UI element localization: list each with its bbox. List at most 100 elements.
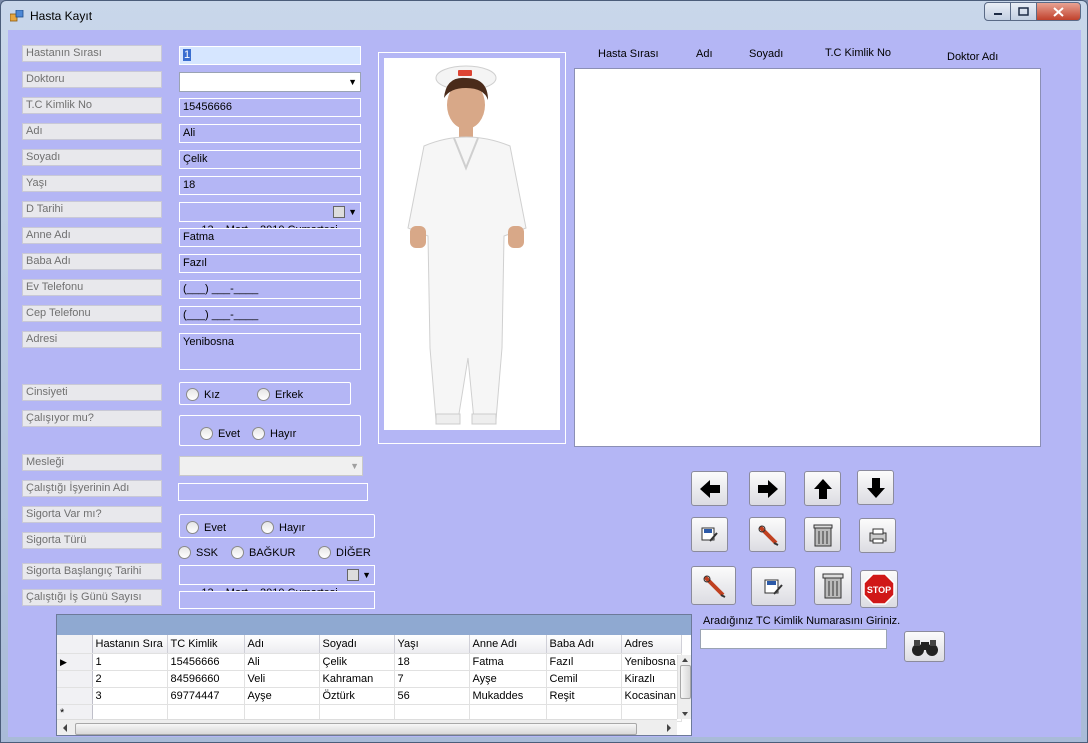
grid-cell[interactable]: Öztürk	[319, 687, 395, 705]
close-button[interactable]	[1036, 2, 1081, 21]
scroll-left-icon[interactable]	[59, 720, 71, 736]
patient-datagrid[interactable]: Hastanın Sıra TC Kimlik Adı Soyadı Yaşı …	[56, 614, 692, 736]
grid-cell[interactable]: Veli	[244, 670, 320, 688]
column-header[interactable]: Yaşı	[394, 635, 470, 654]
grid-cell[interactable]: Reşit	[546, 687, 622, 705]
column-header[interactable]: Hastanın Sıra	[92, 635, 168, 654]
scroll-down-icon[interactable]	[678, 709, 692, 719]
column-header[interactable]: TC Kimlik	[167, 635, 245, 654]
sigorta-hayir-radio[interactable]: Hayır	[261, 521, 305, 534]
search-button[interactable]	[904, 631, 945, 662]
title-bar[interactable]: Hasta Kayıt	[1, 1, 1087, 29]
grid-cell[interactable]: Ali	[244, 653, 320, 671]
soyadi-input[interactable]: Çelik	[179, 150, 361, 169]
sigorta-baslangic-datepicker[interactable]: 13 Mart 2010 Cumartesi ▼	[179, 565, 375, 599]
doktor-combobox[interactable]: ▼	[179, 72, 361, 92]
edit-button[interactable]	[749, 517, 786, 552]
table-row[interactable]: ▶ 1 15456666 Ali Çelik 18 Fatma Fazıl Ye…	[57, 653, 682, 671]
column-header[interactable]: Baba Adı	[546, 635, 622, 654]
last-button[interactable]	[857, 470, 894, 505]
dropdown-arrow-icon[interactable]: ▼	[350, 461, 359, 471]
ssk-radio[interactable]: SSK	[178, 546, 218, 559]
ceptel-input[interactable]: (___) ___-____	[179, 306, 361, 325]
delete-button-2[interactable]	[814, 566, 852, 605]
delete-button[interactable]	[804, 517, 841, 552]
list-header-doktor[interactable]: Doktor Adı	[947, 51, 998, 63]
list-header-adi[interactable]: Adı	[696, 48, 713, 60]
meslek-combobox[interactable]: ▼	[179, 456, 363, 476]
sigorta-evet-radio[interactable]: Evet	[186, 521, 226, 534]
baba-input[interactable]: Fazıl	[179, 254, 361, 273]
row-header-corner[interactable]	[57, 635, 93, 654]
column-header[interactable]: Adres	[621, 635, 682, 654]
maximize-button[interactable]	[1010, 2, 1037, 21]
calendar-icon[interactable]	[347, 569, 359, 581]
erkek-radio[interactable]: Erkek	[257, 388, 303, 401]
grid-horizontal-scrollbar[interactable]	[57, 719, 677, 736]
column-header[interactable]: Anne Adı	[469, 635, 547, 654]
radio-circle[interactable]	[252, 427, 265, 440]
radio-circle[interactable]	[257, 388, 270, 401]
adi-input[interactable]: Ali	[179, 124, 361, 143]
minimize-button[interactable]	[984, 2, 1011, 21]
grid-cell[interactable]: 56	[394, 687, 470, 705]
grid-cell[interactable]: 2	[92, 670, 168, 688]
grid-cell[interactable]: Ayşe	[469, 670, 547, 688]
isgunu-input[interactable]	[179, 591, 375, 609]
grid-cell[interactable]: Fatma	[469, 653, 547, 671]
scroll-thumb[interactable]	[680, 665, 691, 699]
table-row[interactable]: 3 69774447 Ayşe Öztürk 56 Mukaddes Reşit…	[57, 687, 682, 705]
grid-cell[interactable]: 15456666	[167, 653, 245, 671]
grid-cell[interactable]: 84596660	[167, 670, 245, 688]
isyeri-input[interactable]	[178, 483, 368, 501]
radio-circle[interactable]	[231, 546, 244, 559]
bagkur-radio[interactable]: BAĞKUR	[231, 546, 295, 559]
radio-circle[interactable]	[186, 388, 199, 401]
radio-circle[interactable]	[178, 546, 191, 559]
sira-input[interactable]: 1	[179, 46, 361, 65]
print-button[interactable]	[859, 518, 896, 553]
table-row[interactable]: 2 84596660 Veli Kahraman 7 Ayşe Cemil Ki…	[57, 670, 682, 688]
scroll-up-icon[interactable]	[678, 655, 692, 665]
grid-cell[interactable]: Yenibosna	[621, 653, 682, 671]
grid-cell[interactable]: 69774447	[167, 687, 245, 705]
edit-button-2[interactable]	[691, 566, 736, 605]
grid-cell[interactable]: 7	[394, 670, 470, 688]
row-header[interactable]	[57, 687, 93, 705]
scroll-right-icon[interactable]	[663, 720, 675, 736]
grid-cell[interactable]: 1	[92, 653, 168, 671]
scroll-thumb[interactable]	[75, 723, 637, 735]
row-header[interactable]	[57, 670, 93, 688]
anne-input[interactable]: Fatma	[179, 228, 361, 247]
kiz-radio[interactable]: Kız	[186, 388, 220, 401]
grid-cell[interactable]: Mukaddes	[469, 687, 547, 705]
evet-radio[interactable]: Evet	[200, 427, 240, 440]
radio-circle[interactable]	[318, 546, 331, 559]
patient-listbox[interactable]	[574, 68, 1041, 447]
yasi-input[interactable]: 18	[179, 176, 361, 195]
stop-button[interactable]: STOP	[860, 570, 898, 608]
next-button[interactable]	[749, 471, 786, 506]
grid-cell[interactable]: 3	[92, 687, 168, 705]
radio-circle[interactable]	[261, 521, 274, 534]
list-header-soyadi[interactable]: Soyadı	[749, 48, 783, 60]
list-header-sira[interactable]: Hasta Sırası	[598, 48, 659, 60]
grid-vertical-scrollbar[interactable]	[677, 655, 692, 719]
save-button-2[interactable]	[751, 567, 796, 606]
tc-search-input[interactable]	[700, 629, 887, 649]
grid-cell[interactable]: Kirazlı	[621, 670, 682, 688]
grid-cell[interactable]: 18	[394, 653, 470, 671]
grid-cell[interactable]: Çelik	[319, 653, 395, 671]
adres-textarea[interactable]: Yenibosna	[179, 333, 361, 370]
dropdown-arrow-icon[interactable]: ▼	[362, 566, 371, 584]
evtel-input[interactable]: (___) ___-____	[179, 280, 361, 299]
dropdown-arrow-icon[interactable]: ▼	[348, 203, 357, 221]
dropdown-arrow-icon[interactable]: ▼	[348, 77, 357, 87]
previous-button[interactable]	[691, 471, 728, 506]
list-header-tc[interactable]: T.C Kimlik No	[825, 47, 891, 59]
grid-cell[interactable]: Cemil	[546, 670, 622, 688]
diger-radio[interactable]: DİĞER	[318, 546, 371, 559]
save-button[interactable]	[691, 517, 728, 552]
radio-circle[interactable]	[200, 427, 213, 440]
grid-cell[interactable]: Ayşe	[244, 687, 320, 705]
